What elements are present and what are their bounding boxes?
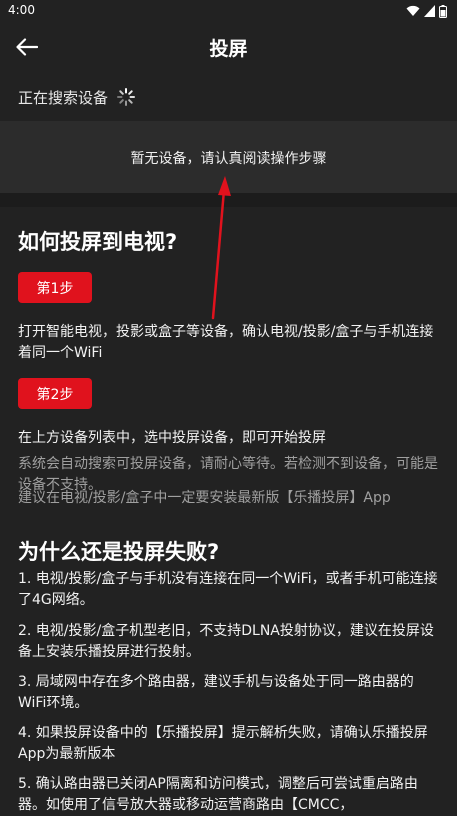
search-status-text: 正在搜索设备 [18,88,109,107]
status-bar: 4:00 [0,0,457,22]
faq-item: 5. 确认路由器已关闭AP隔离和访问模式，调整后可尝试重启路由器。如使用了信号放… [18,776,418,813]
signal-icon [424,5,435,17]
step1-text: 打开智能电视，投影或盒子等设备，确认电视/投影/盒子与手机连接着同一个WiFi [18,324,434,361]
loading-spinner-icon [117,88,136,106]
status-time: 4:00 [8,3,35,17]
search-status: 正在搜索设备 [18,86,136,108]
guide-title: 如何投屏到电视? [18,230,178,254]
empty-devices-text: 暂无设备，请认真阅读操作步骤 [130,151,327,167]
faq-item: 2. 电视/投影/盒子机型老旧，不支持DLNA投射协议，建议在投屏设备上安装乐播… [18,623,434,660]
arrow-shaft [211,188,226,320]
install-note-text: 建议在电视/投影/盒子中一定要安装最新版【乐播投屏】App [18,490,391,506]
faq-item: 3. 局域网中存在多个路由器，建议手机与设备处于同一路由器的WiFi环境。 [18,674,414,711]
step2-text: 在上方设备列表中，选中投屏设备，即可开始投屏 [18,430,326,446]
wifi-icon [406,5,420,16]
faq-title: 为什么还是投屏失败? [18,540,220,564]
section-divider [0,193,457,207]
battery-icon [439,4,447,18]
status-icons [406,4,447,18]
faq-item: 4. 如果投屏设备中的【乐播投屏】提示解析失败，请确认乐播投屏App为最新版本 [18,725,428,762]
app-bar: 投屏 [0,22,457,70]
faq-item: 1. 电视/投影/盒子与手机没有连接在同一个WiFi，或者手机可能连接了4G网络… [18,571,438,608]
step1-badge: 第1步 [18,272,92,303]
page-title: 投屏 [209,38,248,60]
device-list-panel: 暂无设备，请认真阅读操作步骤 [0,121,457,193]
step2-badge: 第2步 [18,378,92,409]
